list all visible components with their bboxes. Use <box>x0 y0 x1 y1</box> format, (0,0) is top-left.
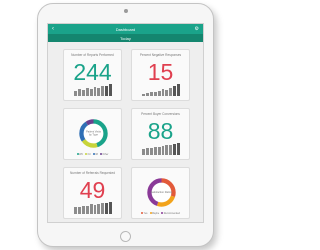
mini-bar <box>93 205 97 214</box>
mini-bar <box>145 93 149 96</box>
card-visits-donut[interactable]: Patient Visits by Type WC FU IM Other <box>63 108 122 160</box>
mini-bar <box>105 202 109 214</box>
card-value: 15 <box>147 59 174 85</box>
mini-bar <box>142 93 145 96</box>
legend-label: Other <box>102 153 109 156</box>
mini-bar-chart <box>142 84 181 96</box>
mini-bar <box>77 89 81 96</box>
mini-bar <box>153 147 157 155</box>
mini-bar <box>97 203 101 214</box>
mini-bar <box>81 205 85 214</box>
mini-bar <box>81 90 85 96</box>
legend-label: FU <box>87 153 91 156</box>
card-value: 244 <box>73 59 112 85</box>
mini-bar <box>74 207 77 214</box>
card-satisfaction-donut[interactable]: Satisfaction Rating Yes Maybe Recommended <box>131 167 190 219</box>
mini-bar <box>149 148 153 155</box>
legend-item: WC <box>76 153 84 156</box>
mini-bar <box>93 87 97 96</box>
mini-bar-chart <box>74 202 113 214</box>
mini-bar <box>161 146 165 155</box>
legend-item: Yes <box>141 212 148 215</box>
home-button[interactable] <box>120 231 131 242</box>
mini-bar <box>89 88 93 96</box>
tab-today[interactable]: Today <box>48 34 203 42</box>
mini-bar <box>74 90 77 96</box>
legend-item: Other <box>99 153 109 156</box>
legend-label: IM <box>95 153 98 156</box>
app-header: ‹ Dashboard ⚙ <box>48 24 203 34</box>
mini-bar <box>169 144 173 155</box>
card-title: Percent Buyer Conversions <box>141 112 180 116</box>
mini-bar <box>169 87 173 96</box>
mini-bar-chart <box>142 143 181 155</box>
donut-legend: WC FU IM Other <box>66 153 119 156</box>
legend-item: FU <box>85 153 91 156</box>
donut-center-label: Satisfaction Rating <box>151 190 173 194</box>
donut-legend: Yes Maybe Recommended <box>134 212 187 215</box>
card-value: 49 <box>79 177 106 203</box>
app-title: Dashboard <box>115 26 136 32</box>
mini-bar <box>165 90 169 96</box>
card-value: 88 <box>147 118 174 144</box>
mini-bar <box>157 90 161 96</box>
mini-bar <box>177 84 181 96</box>
card-negative-responses[interactable]: Percent Negative Responses 15 <box>131 49 190 101</box>
camera-dot <box>124 9 128 13</box>
donut-center-label: by Type <box>89 132 99 136</box>
mini-bar <box>105 86 109 96</box>
mini-bar <box>145 147 149 155</box>
mini-bar <box>142 149 145 155</box>
mini-bar <box>173 85 177 96</box>
mini-bar <box>173 144 177 155</box>
mini-bar <box>85 88 89 96</box>
legend-item: Maybe <box>149 212 160 215</box>
mini-bar <box>101 203 105 214</box>
settings-icon[interactable]: ⚙ <box>195 25 199 33</box>
mini-bar <box>89 204 93 214</box>
menu-icon[interactable]: ‹ <box>52 25 54 33</box>
donut-chart: Patient Visitsby Type <box>79 119 108 148</box>
legend-label: Recommended <box>163 212 180 215</box>
mini-bar <box>109 84 113 96</box>
legend-item: Recommended <box>161 212 180 215</box>
mini-bar <box>161 89 165 96</box>
card-title: Percent Negative Responses <box>139 53 182 57</box>
tab-label: Today <box>120 35 131 41</box>
mini-bar <box>101 85 105 96</box>
mini-bar <box>157 146 161 155</box>
mini-bar <box>153 91 157 96</box>
mini-bar <box>149 92 153 96</box>
mini-bar <box>97 87 101 96</box>
mini-bar <box>77 206 81 214</box>
mini-bar <box>109 202 113 214</box>
mini-bar-chart <box>74 84 113 96</box>
legend-label: WC <box>79 153 84 156</box>
card-reports[interactable]: Number of Reports Performed 244 <box>63 49 122 101</box>
donut-chart: Satisfaction Rating <box>147 178 176 207</box>
card-buyer-conversions[interactable]: Percent Buyer Conversions 88 <box>131 108 190 160</box>
app-screen: ‹ Dashboard ⚙ Today Number of Reports Pe… <box>47 23 204 223</box>
mini-bar <box>177 143 181 155</box>
card-referrals[interactable]: Number of Referrals Requested 49 <box>63 167 122 219</box>
card-title: Number of Reports Performed <box>71 53 114 57</box>
card-title: Number of Referrals Requested <box>69 171 115 175</box>
mini-bar <box>165 145 169 155</box>
legend-label: Yes <box>143 212 148 215</box>
legend-item: IM <box>92 153 98 156</box>
legend-label: Maybe <box>152 212 160 215</box>
mini-bar <box>85 206 89 214</box>
